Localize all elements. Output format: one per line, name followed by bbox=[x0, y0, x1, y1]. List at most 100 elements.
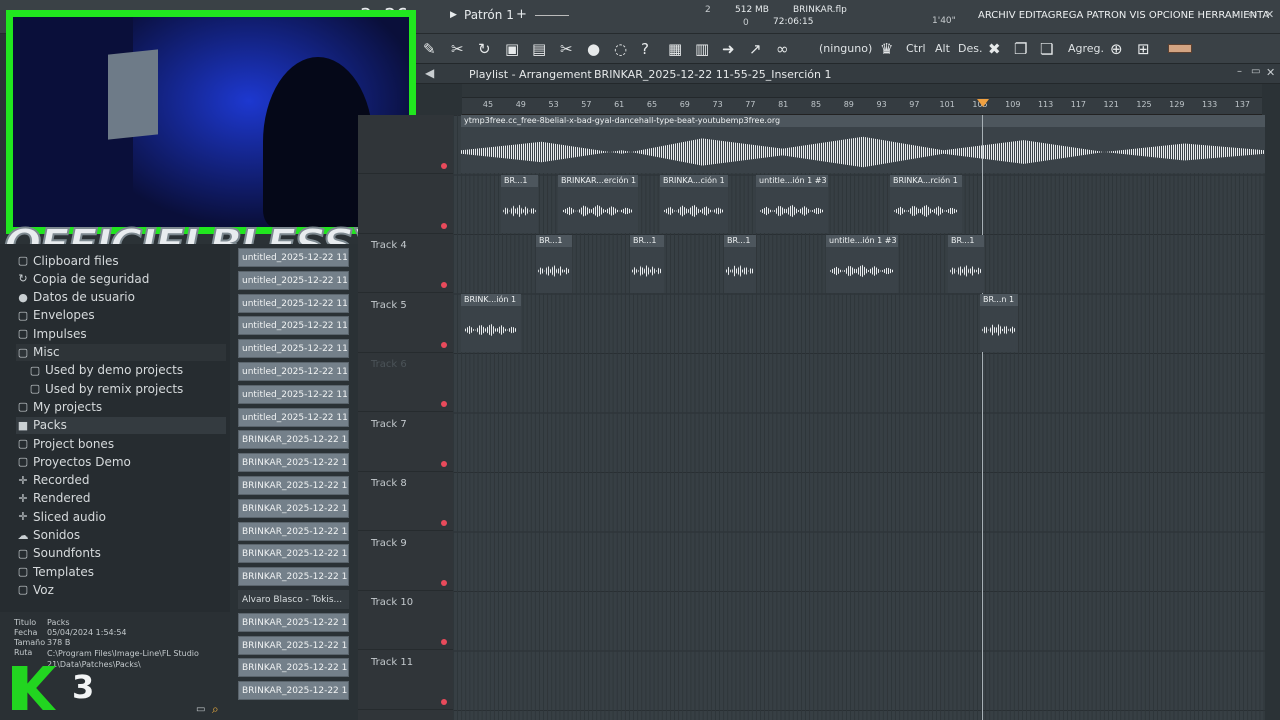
clip-list-item[interactable]: BRINKAR_2025-12-22 12-... bbox=[238, 476, 349, 495]
track-header[interactable]: Track 5 bbox=[358, 294, 453, 353]
pattern-clip[interactable]: BRINKAR...erción 1 bbox=[558, 175, 638, 233]
clip-list-item[interactable]: untitled_2025-12-22 11-... bbox=[238, 316, 349, 336]
audio-clip-main[interactable]: ytmp3free.cc_free-8belial-x-bad-gyal-dan… bbox=[461, 115, 1265, 173]
pl-close-icon[interactable]: ✕ bbox=[1266, 66, 1275, 79]
clip-list-item[interactable]: untitled_2025-12-22 11-... bbox=[238, 293, 349, 313]
record-dot-icon[interactable] bbox=[441, 698, 447, 705]
browser-item[interactable]: ▢ My projects bbox=[16, 398, 102, 415]
clip-list-item[interactable]: BRINKAR_2025-12-22 11-... bbox=[238, 430, 349, 450]
ctrl-key[interactable]: Ctrl bbox=[906, 42, 926, 55]
clip-list-item[interactable]: untitled_2025-12-22 11-... bbox=[238, 407, 349, 427]
clip-list-item[interactable]: BRINKAR_2025-12-22 12-... bbox=[238, 567, 349, 587]
chat-icon[interactable]: ◌ bbox=[614, 39, 627, 59]
pattern-clip[interactable]: BR...1 bbox=[630, 235, 664, 293]
cart-icon[interactable]: ⊞ bbox=[1137, 39, 1150, 59]
record-dot-icon[interactable] bbox=[441, 341, 447, 348]
clip-list-item[interactable]: BRINKAR_2025-12-22 12-... bbox=[238, 681, 349, 701]
paint-icon[interactable]: ✂ bbox=[451, 39, 464, 59]
swatch-button[interactable] bbox=[1168, 44, 1192, 53]
snap-icon[interactable]: ⊕ bbox=[1110, 39, 1123, 59]
track-header[interactable]: Track 11 bbox=[358, 651, 453, 710]
link-icon[interactable]: ∞ bbox=[776, 39, 789, 59]
clip-list-item[interactable]: BRINKAR_2025-12-22 12-... bbox=[238, 544, 349, 564]
clip-list-item[interactable]: BRINKAR_2025-12-22 12-... bbox=[238, 612, 349, 632]
plugin-icon[interactable]: ↗ bbox=[749, 39, 762, 59]
arrow-icon[interactable]: ➜ bbox=[722, 39, 735, 59]
search-icon[interactable]: ⌕ bbox=[212, 702, 219, 717]
timeline-ruler[interactable]: 45 49 53 57 61 65 69 73 77 81 85 89 93 97 101 105 109 113… bbox=[462, 98, 1262, 115]
browser-item[interactable]: ▢ Impulses bbox=[16, 325, 87, 342]
record-dot-icon[interactable] bbox=[441, 639, 447, 645]
breadcrumb[interactable]: BRINKAR_2025-12-22 11-55-25_Inserción 1 bbox=[594, 68, 832, 81]
track-header[interactable] bbox=[358, 175, 453, 234]
brush-icon[interactable]: ✎ bbox=[423, 39, 436, 59]
browser-item[interactable]: ▢ Clipboard files bbox=[16, 252, 119, 269]
stamp-icon[interactable]: ♛ bbox=[880, 39, 893, 59]
track-header[interactable]: Track 8 bbox=[358, 472, 453, 531]
cut-icon[interactable]: ✂ bbox=[560, 39, 573, 59]
pattern-clip[interactable]: BRINK...ión 1 bbox=[461, 294, 521, 352]
close-icon[interactable]: ✕ bbox=[1265, 8, 1274, 21]
track-header[interactable]: Track 9 bbox=[358, 532, 453, 591]
clip-list-item[interactable]: untitled_2025-12-22 11-... bbox=[238, 362, 349, 381]
pl-restore-icon[interactable]: ▭ bbox=[1251, 66, 1260, 77]
clip-list-item[interactable]: untitled_2025-12-22 11-... bbox=[238, 248, 349, 267]
record-dot-icon[interactable] bbox=[441, 222, 447, 229]
restore-icon[interactable]: ▭ bbox=[1248, 9, 1257, 20]
track-header[interactable]: Track 6 bbox=[358, 353, 453, 412]
clip-list-item[interactable]: BRINKAR_2025-12-22 12-... bbox=[238, 498, 349, 518]
add-button[interactable]: Agreg. bbox=[1068, 42, 1104, 55]
browser-item[interactable]: ✛ Recorded bbox=[16, 472, 89, 489]
record-dot-icon[interactable] bbox=[441, 401, 447, 407]
pattern-selector[interactable]: Patrón 1 bbox=[464, 8, 514, 22]
browser-item[interactable]: ▢ Templates bbox=[16, 563, 94, 580]
browser-item[interactable]: ▢ Misc bbox=[16, 343, 226, 361]
browser-item[interactable]: ▢ Voz bbox=[16, 581, 54, 598]
grid-scrollbar[interactable] bbox=[1265, 115, 1280, 720]
browser-item[interactable]: ↻ Copia de seguridad bbox=[16, 270, 149, 287]
browser-item[interactable]: ▢ Project bones bbox=[16, 435, 114, 452]
pattern-clip[interactable]: BR...1 bbox=[724, 235, 756, 293]
minimize-icon[interactable]: – bbox=[1232, 10, 1237, 21]
record-dot-icon[interactable] bbox=[441, 579, 447, 586]
save-icon[interactable]: ▣ bbox=[505, 39, 519, 59]
playhead-marker[interactable] bbox=[977, 99, 989, 107]
browser-item[interactable]: ▢ Proyectos Demo bbox=[16, 453, 131, 470]
record-dot-icon[interactable] bbox=[441, 520, 447, 526]
record-dot-icon[interactable] bbox=[441, 282, 447, 288]
paste-icon[interactable]: ❏ bbox=[1040, 39, 1053, 59]
des-key[interactable]: Des. bbox=[958, 42, 982, 55]
clip-list-item[interactable]: untitled_2025-12-22 11-... bbox=[238, 384, 349, 404]
clip-list-item[interactable]: BRINKAR_2025-12-22 12-... bbox=[238, 521, 349, 541]
track-header[interactable]: Track 7 bbox=[358, 413, 453, 472]
browser-item[interactable]: ✛ Rendered bbox=[16, 490, 90, 507]
pattern-clip[interactable]: BR...n 1 bbox=[980, 294, 1018, 352]
mixer-icon[interactable]: ▤ bbox=[532, 39, 546, 59]
main-menu[interactable]: ARCHIV EDITAGREGA PATRON VIS OPCIONE HER… bbox=[978, 10, 1269, 21]
play-icon[interactable]: ▶ bbox=[450, 10, 457, 20]
pattern-clip[interactable]: untitle...ión 1 #3 bbox=[756, 175, 828, 233]
copy-icon[interactable]: ❐ bbox=[1014, 39, 1027, 59]
playlist-icon[interactable]: ▦ bbox=[668, 39, 682, 59]
clip-list-item[interactable]: untitled_2025-12-22 11-... bbox=[238, 270, 349, 290]
track-header[interactable] bbox=[358, 115, 453, 174]
clip-list-item[interactable]: BRINKAR_2025-12-22 11-... bbox=[238, 453, 349, 473]
pattern-clip[interactable]: untitle...ión 1 #3 bbox=[826, 235, 898, 293]
clip-list-item[interactable]: BRINKAR_2025-12-22 12-... bbox=[238, 658, 349, 678]
help-icon[interactable]: ? bbox=[641, 39, 649, 59]
browser-item[interactable]: ▢ Used by remix projects bbox=[28, 380, 183, 397]
browser-item[interactable]: ▢ Used by demo projects bbox=[28, 362, 183, 379]
link-target[interactable]: (ninguno) bbox=[819, 42, 872, 55]
browser-item[interactable]: ▢ Soundfonts bbox=[16, 545, 101, 562]
pattern-clip[interactable]: BR...1 bbox=[536, 235, 572, 293]
playlist-grid[interactable]: ytmp3free.cc_free-8belial-x-bad-gyal-dan… bbox=[453, 115, 1265, 720]
browser-item[interactable]: ▢ Envelopes bbox=[16, 307, 95, 324]
browser-item[interactable]: ● Datos de usuario bbox=[16, 289, 135, 306]
overview-bar[interactable] bbox=[462, 84, 1262, 98]
track-header[interactable]: Track 10 bbox=[358, 591, 453, 650]
speaker-icon[interactable]: ◀ bbox=[425, 66, 434, 80]
add-pattern-icon[interactable]: + bbox=[516, 7, 527, 22]
record-dot-icon[interactable] bbox=[441, 163, 447, 169]
scissors-icon[interactable]: ✖ bbox=[988, 39, 1001, 59]
browser-item[interactable]: ✛ Sliced audio bbox=[16, 508, 106, 525]
